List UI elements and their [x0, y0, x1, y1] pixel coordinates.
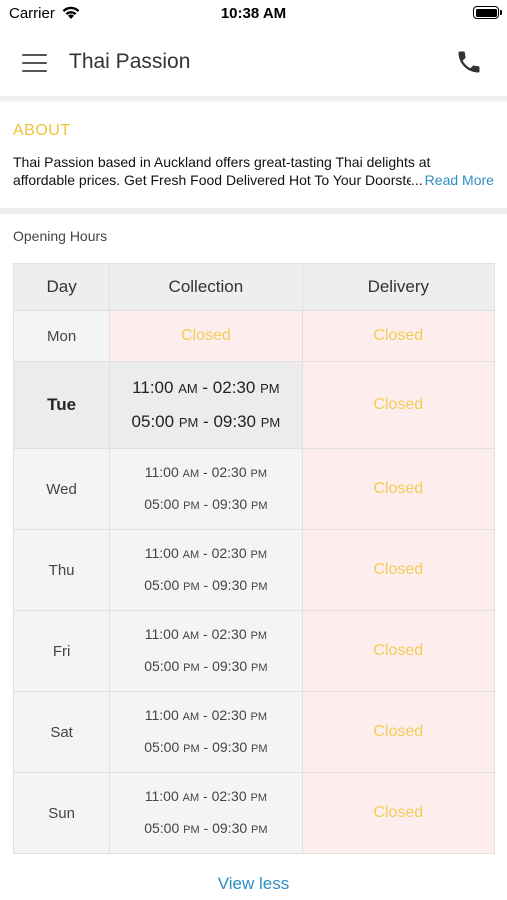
delivery-cell: Closed	[301, 310, 496, 362]
time-slot-1: 11:00 AM - 02:30 PM	[144, 707, 268, 723]
about-description: Thai Passion based in Auckland offers gr…	[13, 153, 497, 189]
time-slot-1: 11:00 AM - 02:30 PM	[144, 545, 268, 561]
day-cell: Mon	[12, 310, 111, 362]
time-slot-2: 05:00 PM - 09:30 PM	[144, 739, 268, 755]
time-slot-1: 11:00 AM - 02:30 PM	[144, 464, 268, 480]
clock: 10:38 AM	[220, 5, 287, 22]
table-row-thu: Thu 11:00 AM - 02:30 PM 05:00 PM - 09:30…	[12, 529, 496, 611]
day-cell: Fri	[12, 610, 111, 692]
time-slot-1: 11:00 AM - 02:30 PM	[144, 626, 268, 642]
battery-icon	[473, 6, 502, 19]
app-header: Thai Passion	[0, 30, 507, 96]
time-slot-2: 05:00 PM - 09:30 PM	[144, 820, 268, 836]
opening-hours-table: Day Collection Delivery Mon Closed Close…	[12, 263, 496, 854]
collection-cell: 11:00 AM - 02:30 PM 05:00 PM - 09:30 PM	[109, 529, 303, 611]
about-section: ABOUT Thai Passion based in Auckland off…	[0, 102, 507, 208]
delivery-closed: Closed	[373, 480, 424, 497]
read-more-link[interactable]: Read More	[425, 172, 494, 188]
time-slot-2: 05:00 PM - 09:30 PM	[144, 658, 268, 674]
delivery-cell: Closed	[301, 529, 496, 611]
collection-cell: 11:00 AM - 02:30 PM 05:00 PM - 09:30 PM	[109, 361, 303, 449]
column-header-delivery: Delivery	[301, 263, 496, 311]
delivery-closed: Closed	[373, 642, 424, 659]
delivery-cell: Closed	[301, 691, 496, 773]
about-line-2: affordable prices. Get Fresh Food Delive…	[13, 171, 497, 189]
delivery-closed: Closed	[373, 561, 424, 578]
column-header-day: Day	[12, 263, 111, 311]
table-row-sun: Sun 11:00 AM - 02:30 PM 05:00 PM - 09:30…	[12, 772, 496, 854]
about-line-1: Thai Passion based in Auckland offers gr…	[13, 154, 431, 170]
table-row-wed: Wed 11:00 AM - 02:30 PM 05:00 PM - 09:30…	[12, 448, 496, 530]
day-cell: Tue	[12, 361, 111, 449]
day-cell: Sun	[12, 772, 111, 854]
about-line-2-text: affordable prices. Get Fresh Food Delive…	[13, 172, 411, 188]
table-header-row: Day Collection Delivery	[12, 263, 496, 311]
delivery-closed: Closed	[373, 327, 424, 344]
collection-cell: 11:00 AM - 02:30 PM 05:00 PM - 09:30 PM	[109, 772, 303, 854]
delivery-cell: Closed	[301, 772, 496, 854]
table-row-sat: Sat 11:00 AM - 02:30 PM 05:00 PM - 09:30…	[12, 691, 496, 773]
section-divider	[0, 208, 507, 214]
time-slot-2: 05:00 PM - 09:30 PM	[144, 577, 268, 593]
table-row-tue: Tue 11:00 AM - 02:30 PM 05:00 PM - 09:30…	[12, 361, 496, 449]
time-slot-2: 05:00 PM - 09:30 PM	[131, 412, 281, 431]
day-cell: Sat	[12, 691, 111, 773]
delivery-cell: Closed	[301, 610, 496, 692]
table-row-fri: Fri 11:00 AM - 02:30 PM 05:00 PM - 09:30…	[12, 610, 496, 692]
status-bar: Carrier 10:38 AM	[0, 0, 507, 30]
time-slot-1: 11:00 AM - 02:30 PM	[132, 378, 280, 397]
view-less-link[interactable]: View less	[0, 874, 507, 894]
day-cell: Wed	[12, 448, 111, 530]
about-heading: ABOUT	[13, 122, 71, 139]
collection-cell: Closed	[109, 310, 303, 362]
hamburger-icon[interactable]	[22, 51, 48, 73]
time-slot-1: 11:00 AM - 02:30 PM	[144, 788, 268, 804]
collection-closed: Closed	[180, 327, 231, 344]
collection-cell: 11:00 AM - 02:30 PM 05:00 PM - 09:30 PM	[109, 610, 303, 692]
table-row-mon: Mon Closed Closed	[12, 310, 496, 362]
collection-cell: 11:00 AM - 02:30 PM 05:00 PM - 09:30 PM	[109, 448, 303, 530]
collection-cell: 11:00 AM - 02:30 PM 05:00 PM - 09:30 PM	[109, 691, 303, 773]
delivery-closed: Closed	[373, 396, 424, 413]
about-ellipsis: ...	[411, 172, 423, 188]
phone-icon[interactable]	[455, 48, 483, 76]
delivery-cell: Closed	[301, 361, 496, 449]
opening-hours-label: Opening Hours	[13, 228, 108, 244]
delivery-closed: Closed	[373, 804, 424, 821]
day-cell: Thu	[12, 529, 111, 611]
column-header-collection: Collection	[109, 263, 303, 311]
delivery-closed: Closed	[373, 723, 424, 740]
delivery-cell: Closed	[301, 448, 496, 530]
time-slot-2: 05:00 PM - 09:30 PM	[144, 496, 268, 512]
page-title: Thai Passion	[69, 50, 191, 73]
